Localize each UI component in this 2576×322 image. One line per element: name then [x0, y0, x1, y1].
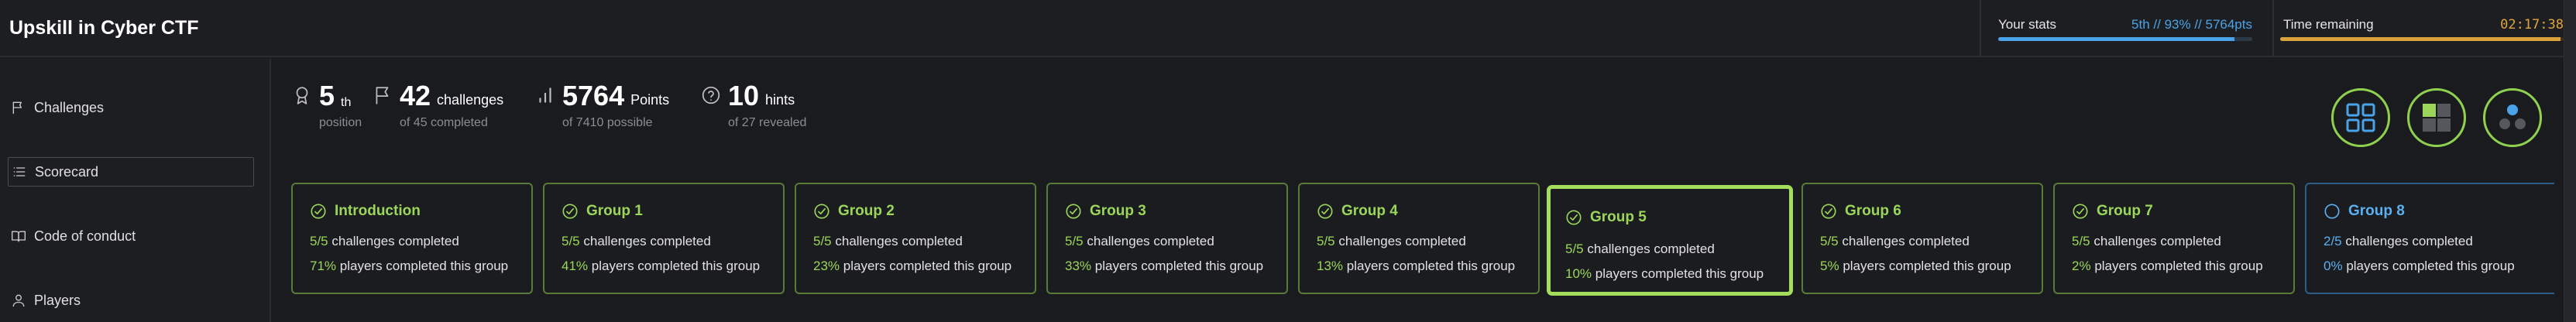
hints-value: 10	[728, 80, 760, 111]
points-unit: Points	[630, 92, 670, 108]
group-players-completed: 13% players completed this group	[1317, 259, 1516, 273]
help-circle-icon	[700, 84, 722, 107]
sidebar: Challenges Scorecard Code of conduct Pla…	[0, 59, 271, 322]
check-circle-icon	[310, 203, 327, 220]
stats-progress-bar	[1998, 37, 2252, 41]
sidebar-item-code-of-conduct[interactable]: Code of conduct	[8, 221, 254, 251]
sidebar-item-scorecard[interactable]: Scorecard	[8, 157, 254, 187]
group-challenges-completed: 5/5 challenges completed	[310, 234, 459, 248]
stat-challenges: 42 challenges of 45 completed	[372, 82, 503, 130]
group-title: Group 2	[838, 203, 895, 219]
group-card-5[interactable]: Group 5 5/5 challenges completed 10% pla…	[1547, 185, 1793, 296]
user-icon	[11, 293, 26, 308]
check-circle-icon	[1565, 209, 1582, 226]
dots-view-icon	[2499, 104, 2526, 129]
scrollbar[interactable]	[2564, 0, 2576, 322]
sidebar-item-players[interactable]: Players	[8, 286, 254, 315]
hints-sub: of 27 revealed	[728, 116, 807, 129]
app-title: Upskill in Cyber CTF	[9, 17, 199, 39]
group-card-8[interactable]: Group 8 2/5 challenges completed 0% play…	[2305, 183, 2554, 294]
award-icon	[291, 84, 313, 107]
time-label: Time remaining	[2283, 17, 2374, 32]
top-header: Upskill in Cyber CTF Your stats 5th // 9…	[0, 0, 2576, 57]
position-suffix: th	[341, 96, 352, 109]
sidebar-item-label: Scorecard	[35, 163, 99, 180]
position-label: position	[319, 116, 362, 129]
group-card-3[interactable]: Group 3 5/5 challenges completed 33% pla…	[1046, 183, 1288, 294]
group-card-6[interactable]: Group 6 5/5 challenges completed 5% play…	[1801, 183, 2043, 294]
check-circle-icon	[813, 203, 830, 220]
scorecard-main: 5 th position 42 challenges of 45 comple…	[273, 59, 2564, 322]
group-challenges-completed: 5/5 challenges completed	[1820, 234, 1970, 248]
group-players-completed: 2% players completed this group	[2072, 259, 2263, 273]
hints-unit: hints	[765, 92, 795, 108]
group-title: Group 8	[2348, 203, 2405, 219]
group-players-completed: 5% players completed this group	[1820, 259, 2011, 273]
group-players-completed: 0% players completed this group	[2324, 259, 2515, 273]
group-challenges-completed: 5/5 challenges completed	[562, 234, 711, 248]
flag-icon	[11, 100, 26, 115]
book-icon	[11, 228, 26, 244]
time-progress-bar	[2280, 37, 2564, 41]
check-circle-icon	[2072, 203, 2089, 220]
time-remaining-panel: Time remaining 02:17:38	[2274, 0, 2564, 57]
challenges-value: 42	[400, 80, 431, 111]
stats-value: 5th // 93% // 5764pts	[2131, 17, 2252, 32]
blocks-view-icon	[2423, 104, 2451, 132]
group-title: Group 5	[1590, 209, 1647, 225]
check-circle-icon	[1065, 203, 1082, 220]
group-challenges-completed: 2/5 challenges completed	[2324, 234, 2473, 248]
grid-view-icon	[2346, 103, 2375, 132]
group-challenges-completed: 5/5 challenges completed	[813, 234, 963, 248]
time-progress-fill	[2280, 37, 2561, 41]
stats-progress-fill	[1998, 37, 2235, 41]
dots-view-button[interactable]	[2483, 88, 2542, 147]
check-circle-icon	[1317, 203, 1334, 220]
group-players-completed: 33% players completed this group	[1065, 259, 1264, 273]
time-value: 02:17:38	[2500, 17, 2564, 33]
points-sub: of 7410 possible	[562, 116, 653, 129]
group-title: Group 3	[1090, 203, 1146, 219]
group-title: Introduction	[335, 203, 421, 219]
group-challenges-completed: 5/5 challenges completed	[1065, 234, 1214, 248]
group-card-introduction[interactable]: Introduction 5/5 challenges completed 71…	[291, 183, 533, 294]
group-title: Group 6	[1845, 203, 1901, 219]
stat-position: 5 th position	[291, 82, 362, 130]
group-card-2[interactable]: Group 2 5/5 challenges completed 23% pla…	[795, 183, 1036, 294]
check-circle-icon	[562, 203, 579, 220]
group-title: Group 7	[2097, 203, 2153, 219]
group-challenges-completed: 5/5 challenges completed	[1317, 234, 1466, 248]
group-card-1[interactable]: Group 1 5/5 challenges completed 41% pla…	[543, 183, 785, 294]
group-card-7[interactable]: Group 7 5/5 challenges completed 2% play…	[2053, 183, 2295, 294]
sidebar-item-label: Code of conduct	[34, 228, 136, 244]
sidebar-item-challenges[interactable]: Challenges	[8, 93, 254, 122]
group-title: Group 1	[586, 203, 643, 219]
your-stats-panel: Your stats 5th // 93% // 5764pts	[1981, 0, 2272, 57]
list-icon	[12, 164, 27, 180]
blocks-view-button[interactable]	[2407, 88, 2466, 147]
stat-points: 5764 Points of 7410 possible	[534, 82, 669, 130]
stat-hints: 10 hints of 27 revealed	[700, 82, 806, 130]
group-title: Group 4	[1341, 203, 1398, 219]
group-players-completed: 71% players completed this group	[310, 259, 509, 273]
sidebar-item-label: Challenges	[34, 99, 105, 115]
sidebar-item-label: Players	[34, 292, 81, 308]
bar-chart-icon	[534, 84, 556, 107]
group-card-4[interactable]: Group 4 5/5 challenges completed 13% pla…	[1298, 183, 1540, 294]
group-players-completed: 10% players completed this group	[1565, 266, 1764, 281]
group-players-completed: 41% players completed this group	[562, 259, 761, 273]
flag-icon	[372, 84, 393, 107]
group-challenges-completed: 5/5 challenges completed	[2072, 234, 2221, 248]
stats-label: Your stats	[1998, 17, 2056, 32]
circle-icon	[2324, 203, 2341, 220]
position-value: 5	[319, 80, 335, 111]
group-players-completed: 23% players completed this group	[813, 259, 1012, 273]
points-value: 5764	[562, 80, 625, 111]
challenges-sub: of 45 completed	[400, 116, 488, 129]
grid-view-button[interactable]	[2331, 88, 2390, 147]
group-challenges-completed: 5/5 challenges completed	[1565, 242, 1715, 256]
check-circle-icon	[1820, 203, 1837, 220]
challenges-unit: challenges	[437, 92, 504, 108]
